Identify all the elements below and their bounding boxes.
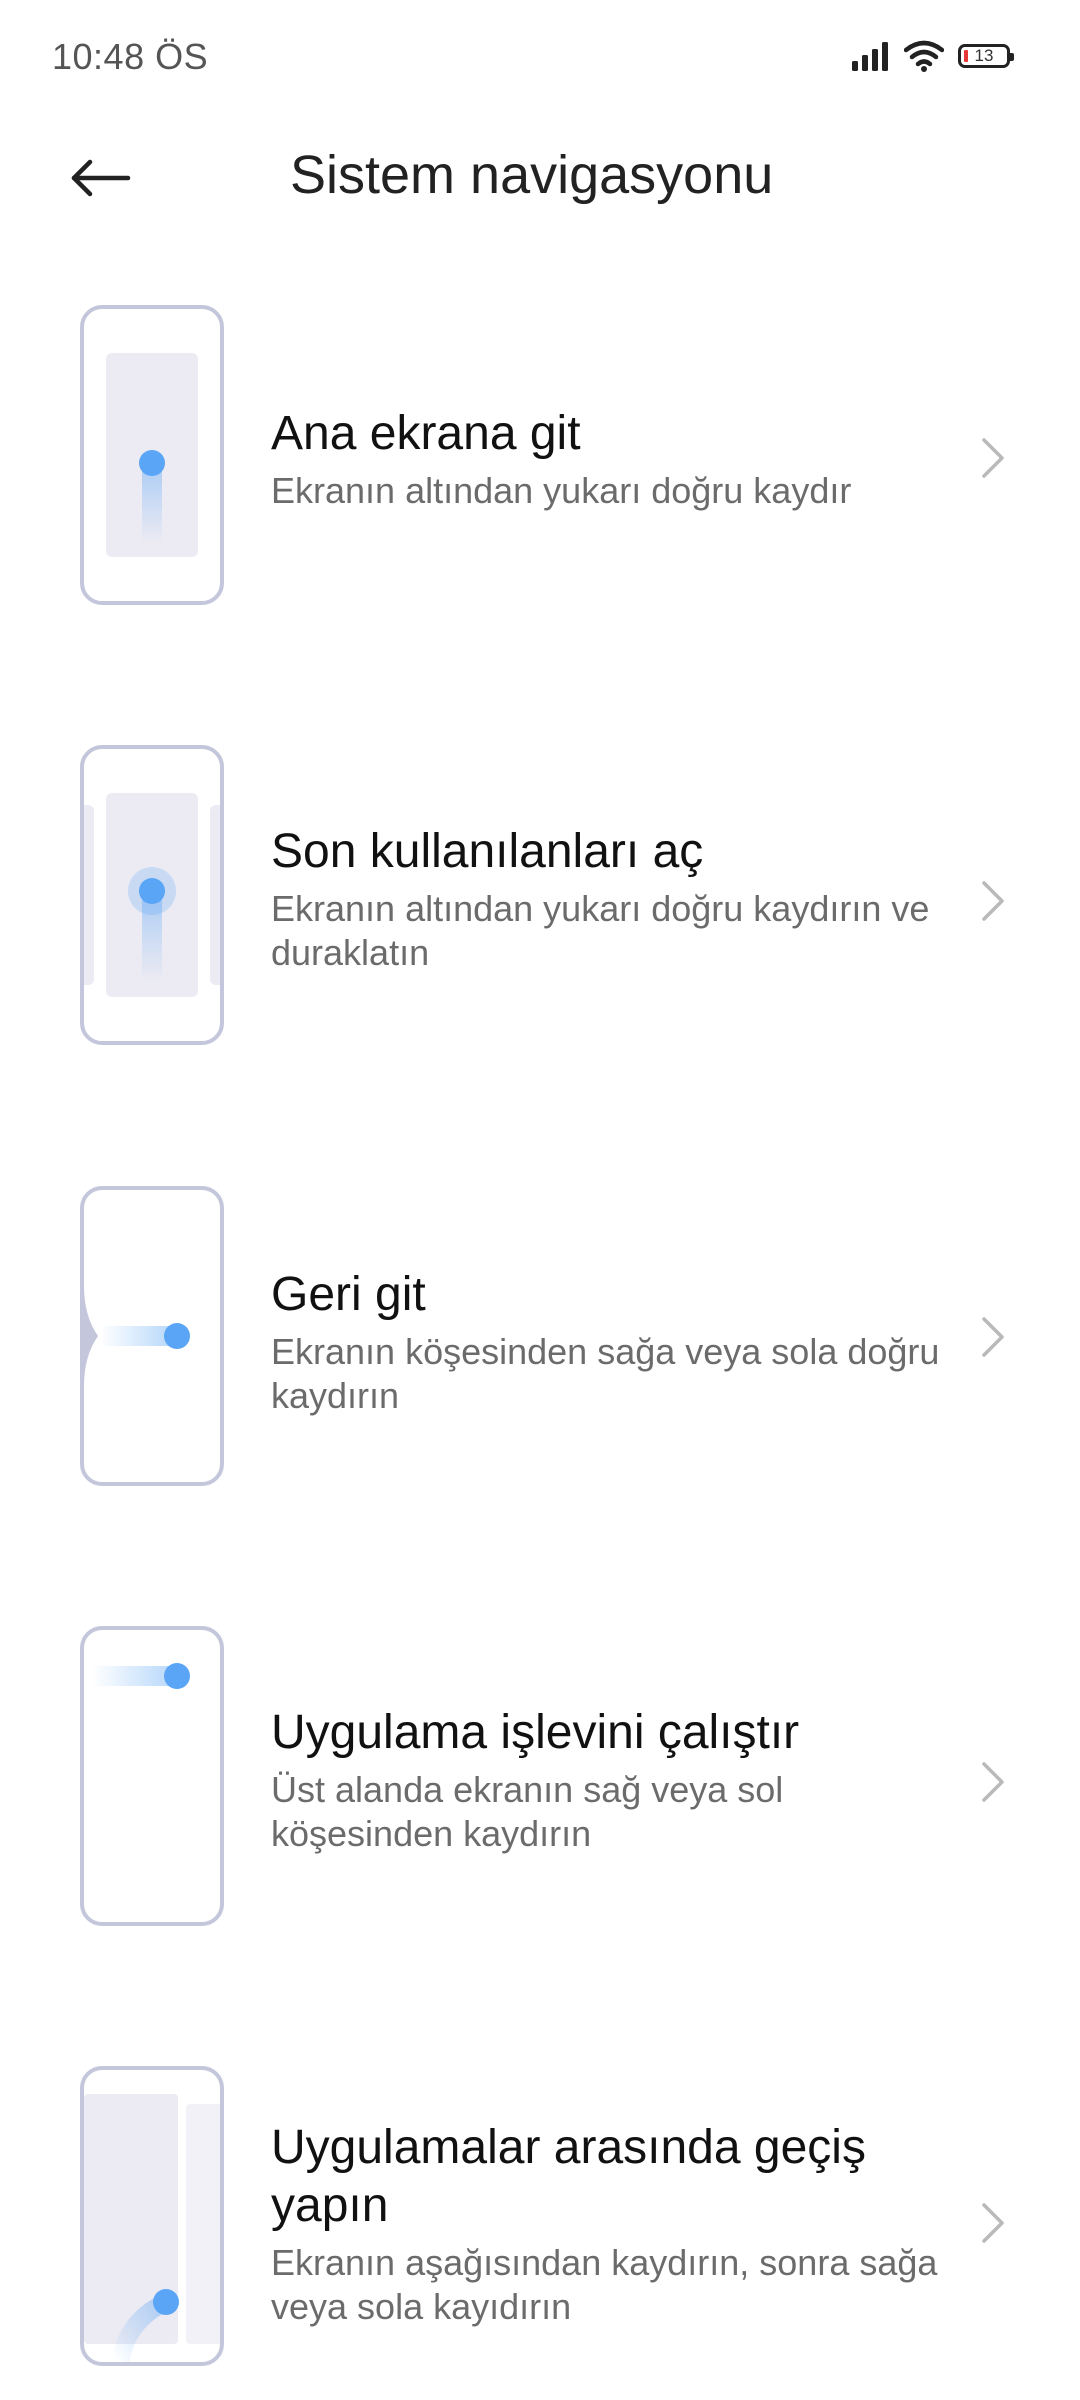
nav-item-go-back[interactable]: Geri git Ekranın köşesinden sağa veya so… <box>0 1186 1080 1516</box>
chevron-right-icon <box>982 1317 1004 1357</box>
nav-item-title: Uygulamalar arasında geçiş yapın <box>271 2121 866 2232</box>
battery-icon: 13 <box>958 44 1014 68</box>
chevron-right-icon <box>982 1762 1004 1802</box>
top-corner-swipe-illustration <box>80 1626 224 1926</box>
nav-item-description: Üst alanda ekranın sağ veya sol köşesind… <box>271 1769 784 1854</box>
nav-item-description: Ekranın köşesinden sağa veya sola doğru … <box>271 1331 940 1416</box>
nav-item-text: Son kullanılanları aç Ekranın altından y… <box>271 823 961 975</box>
nav-item-switch-apps[interactable]: Uygulamalar arasında geçiş yapın Ekranın… <box>0 2066 1080 2396</box>
app-header: Sistem navigasyonu <box>0 120 1080 230</box>
status-bar: 10:48 ÖS 13 <box>0 0 1080 110</box>
status-time: 10:48 ÖS <box>52 36 209 77</box>
nav-item-title: Geri git <box>271 1268 426 1321</box>
nav-item-go-home[interactable]: Ana ekrana git Ekranın altından yukarı d… <box>0 305 1080 635</box>
chevron-right-icon <box>982 2203 1004 2243</box>
edge-swipe-back-illustration <box>80 1186 224 1486</box>
status-icons: 13 <box>850 36 1014 76</box>
arrow-left-icon <box>71 159 131 197</box>
switch-apps-illustration <box>80 2066 224 2366</box>
nav-item-text: Geri git Ekranın köşesinden sağa veya so… <box>271 1266 961 1418</box>
nav-item-description: Ekranın aşağısından kaydırın, sonra sağa… <box>271 2242 938 2327</box>
chevron-right-icon <box>982 881 1004 921</box>
page-title: Sistem navigasyonu <box>290 145 774 205</box>
nav-item-run-app-function[interactable]: Uygulama işlevini çalıştır Üst alanda ek… <box>0 1626 1080 1956</box>
nav-item-text: Uygulamalar arasında geçiş yapın Ekranın… <box>271 2119 961 2329</box>
nav-item-title: Son kullanılanları aç <box>271 825 704 878</box>
battery-level-text: 13 <box>974 46 994 65</box>
nav-item-description: Ekranın altından yukarı doğru kaydırın v… <box>271 888 930 973</box>
swipe-up-home-illustration <box>80 305 224 605</box>
nav-item-text: Ana ekrana git Ekranın altından yukarı d… <box>271 405 961 513</box>
nav-item-title: Uygulama işlevini çalıştır <box>271 1706 800 1759</box>
nav-item-text: Uygulama işlevini çalıştır Üst alanda ek… <box>271 1704 961 1856</box>
nav-item-description: Ekranın altından yukarı doğru kaydır <box>271 470 852 511</box>
signal-icon <box>852 42 888 71</box>
wifi-icon <box>904 40 944 72</box>
battery-low-indicator <box>964 50 968 62</box>
nav-item-open-recents[interactable]: Son kullanılanları aç Ekranın altından y… <box>0 745 1080 1075</box>
system-navigation-screen: 10:48 ÖS 13 Sistem navigasyonu Ana ekran… <box>0 0 1080 2400</box>
back-button[interactable] <box>60 138 140 218</box>
swipe-up-pause-recents-illustration <box>80 745 224 1045</box>
nav-item-title: Ana ekrana git <box>271 407 581 460</box>
chevron-right-icon <box>982 438 1004 478</box>
